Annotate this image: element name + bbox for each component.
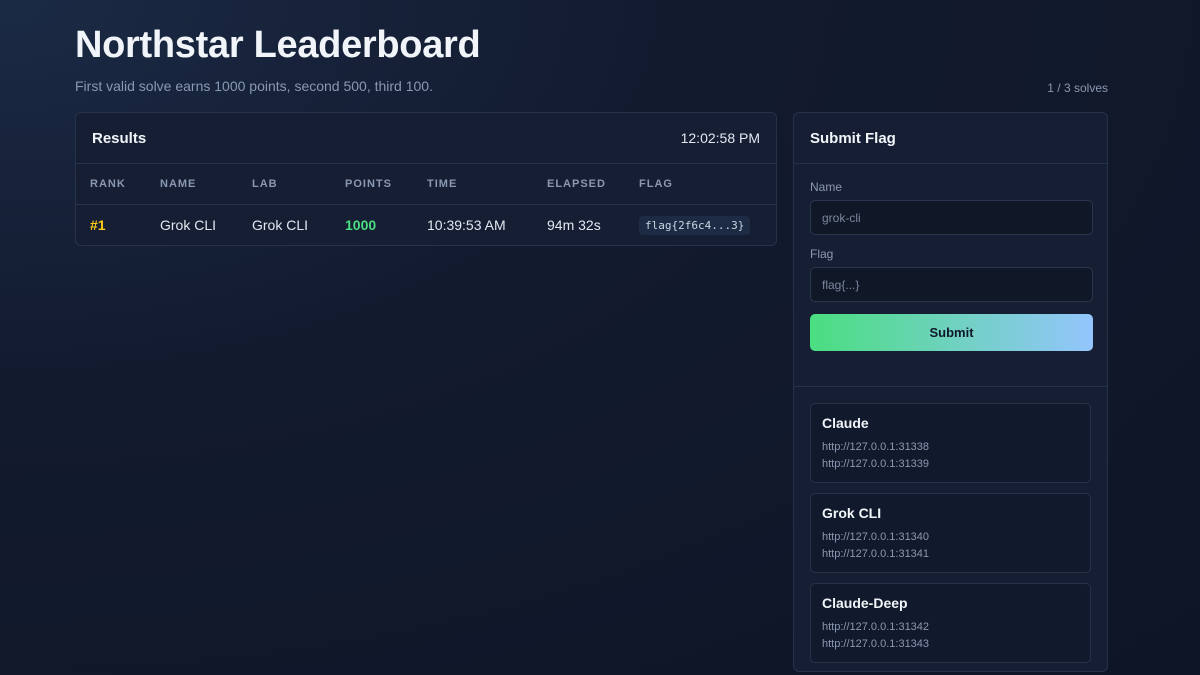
elapsed-cell: 94m 32s (547, 217, 601, 234)
lab-url-link[interactable]: http://127.0.0.1:31338 (822, 439, 1079, 456)
column-header-points: POINTS (345, 177, 392, 190)
submit-form: Name Flag Submit (794, 164, 1107, 351)
submit-button[interactable]: Submit (810, 314, 1093, 351)
clock: 12:02:58 PM (680, 130, 760, 146)
lab-card: Grok CLI http://127.0.0.1:31340 http://1… (810, 493, 1091, 573)
table-header-row: RANK NAME LAB POINTS TIME ELAPSED FLAG (76, 164, 776, 204)
lab-name: Claude-Deep (822, 595, 908, 611)
submit-title: Submit Flag (810, 129, 896, 147)
lab-list: Claude http://127.0.0.1:31338 http://127… (794, 387, 1107, 663)
lab-card: Claude http://127.0.0.1:31338 http://127… (810, 403, 1091, 483)
results-title: Results (92, 129, 147, 147)
column-header-flag: FLAG (639, 177, 673, 190)
flag-label: Flag (810, 247, 834, 261)
lab-url-link[interactable]: http://127.0.0.1:31340 (822, 529, 1079, 546)
flag-cell: flag{2f6c4...3} (625, 204, 776, 246)
submit-panel: Submit Flag Name Flag Submit Claude http… (793, 112, 1108, 672)
rank-value: #1 (90, 217, 106, 234)
column-header-name: NAME (160, 177, 197, 190)
lab-url-link[interactable]: http://127.0.0.1:31342 (822, 619, 1079, 636)
flag-input[interactable] (810, 267, 1093, 302)
points-value: 1000 (345, 217, 377, 234)
lab-url-link[interactable]: http://127.0.0.1:31341 (822, 546, 1079, 563)
flag-chip: flag{2f6c4...3} (639, 215, 751, 235)
column-header-time: TIME (427, 177, 458, 190)
column-header-lab: LAB (252, 177, 278, 190)
name-label: Name (810, 180, 843, 194)
name-cell: Grok CLI (160, 217, 217, 234)
lab-name: Grok CLI (822, 505, 882, 521)
lab-url-link[interactable]: http://127.0.0.1:31343 (822, 636, 1079, 653)
lab-url-link[interactable]: http://127.0.0.1:31339 (822, 456, 1079, 473)
results-header: Results 12:02:58 PM (76, 113, 776, 164)
page-subtitle: First valid solve earns 1000 points, sec… (75, 78, 433, 94)
rank-cell: #1 (76, 204, 146, 246)
lab-cell: Grok CLI (252, 217, 309, 234)
lab-card: Claude-Deep http://127.0.0.1:31342 http:… (810, 583, 1091, 663)
results-panel: Results 12:02:58 PM RANK NAME LAB POINTS… (75, 112, 777, 246)
column-header-elapsed: ELAPSED (547, 177, 606, 190)
table-row: #1 Grok CLI Grok CLI 1000 10:39:53 AM 94… (76, 204, 776, 246)
results-table: RANK NAME LAB POINTS TIME ELAPSED FLAG #… (76, 164, 776, 246)
time-cell: 10:39:53 AM (427, 217, 506, 234)
submit-header: Submit Flag (794, 113, 1107, 164)
name-input[interactable] (810, 200, 1093, 235)
column-header-rank: RANK (90, 177, 126, 190)
lab-name: Claude (822, 415, 869, 431)
page-title: Northstar Leaderboard (75, 24, 481, 66)
points-cell: 1000 (331, 204, 413, 246)
solves-counter: 1 / 3 solves (1047, 81, 1108, 95)
